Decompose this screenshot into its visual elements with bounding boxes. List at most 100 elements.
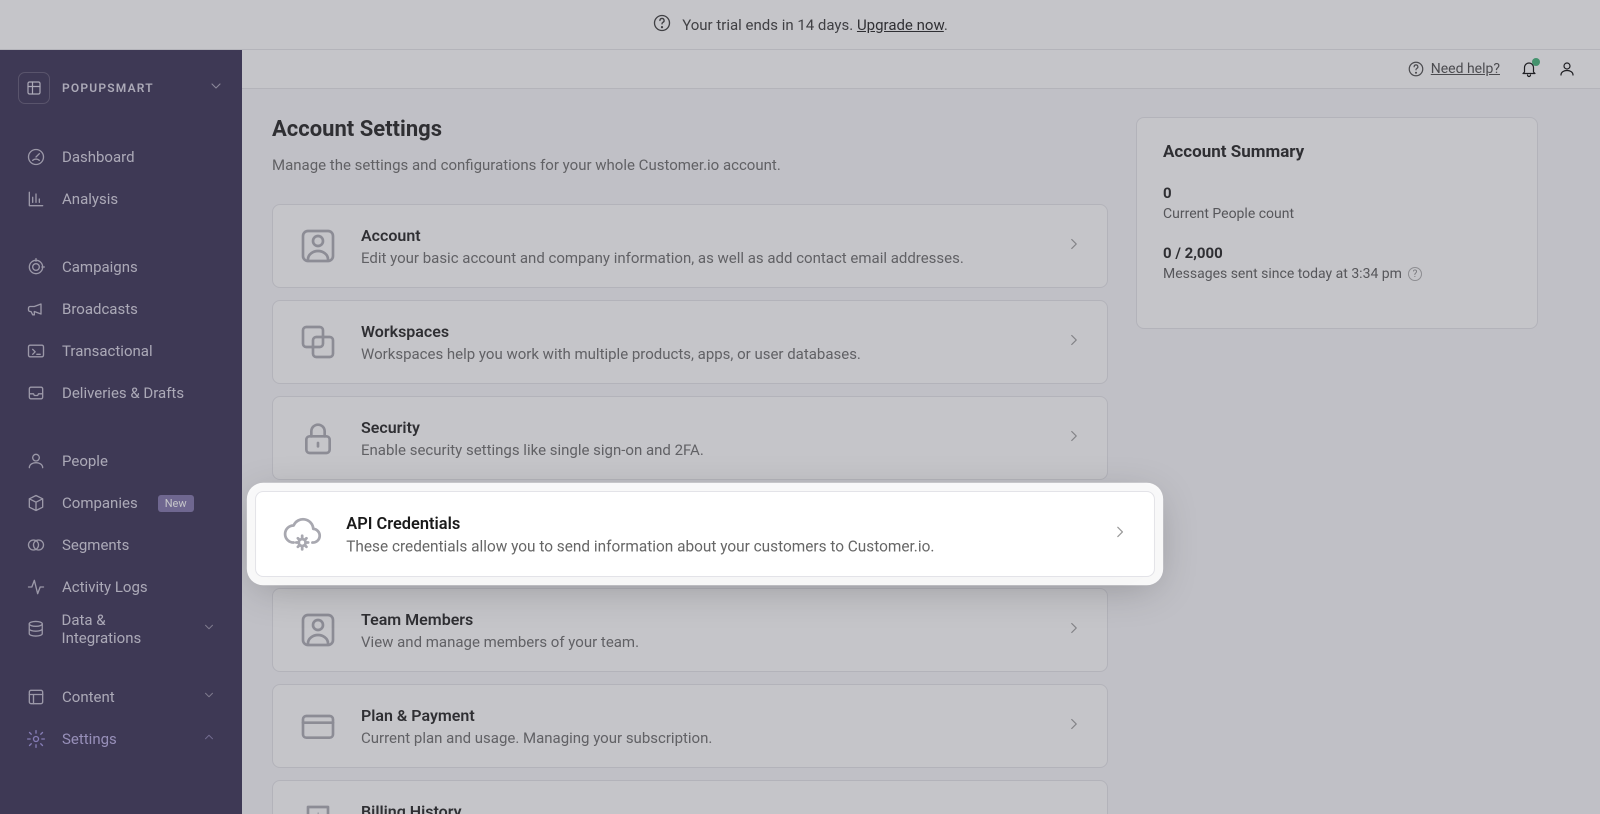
card-title: API Credentials bbox=[346, 513, 1088, 532]
chevron-down-icon bbox=[202, 620, 216, 638]
chevron-right-icon bbox=[1065, 331, 1083, 353]
summary-stat: 0 / 2,000 Messages sent since today at 3… bbox=[1163, 244, 1511, 282]
bell-icon[interactable] bbox=[1520, 60, 1538, 78]
settings-card-api[interactable]: API Credentials These credentials allow … bbox=[255, 491, 1155, 577]
sidebar-item-label: People bbox=[62, 452, 108, 470]
settings-card-security[interactable]: Security Enable security settings like s… bbox=[272, 396, 1108, 480]
user-icon bbox=[26, 451, 46, 471]
gear-icon bbox=[26, 729, 46, 749]
sidebar: POPUPSMART Dashboard Analysis Campaigns bbox=[0, 50, 242, 814]
settings-card-billing[interactable]: Billing History View your billing histor… bbox=[272, 780, 1108, 814]
sidebar-item-label: Activity Logs bbox=[62, 578, 148, 596]
settings-card-workspaces[interactable]: Workspaces Workspaces help you work with… bbox=[272, 300, 1108, 384]
card-description: Edit your basic account and company info… bbox=[361, 249, 1043, 267]
card-description: Workspaces help you work with multiple p… bbox=[361, 345, 1043, 363]
user-icon bbox=[297, 609, 339, 651]
card-description: Current plan and usage. Managing your su… bbox=[361, 729, 1043, 747]
need-help-link[interactable]: Need help? bbox=[1407, 60, 1500, 78]
sidebar-item-label: Deliveries & Drafts bbox=[62, 384, 184, 402]
chevron-down-icon bbox=[208, 78, 224, 98]
main-header: Need help? bbox=[242, 50, 1600, 89]
stat-value: 0 / 2,000 bbox=[1163, 244, 1511, 262]
page-subtitle: Manage the settings and configurations f… bbox=[272, 156, 1108, 174]
layout-icon bbox=[26, 687, 46, 707]
card-description: View and manage members of your team. bbox=[361, 633, 1043, 651]
chart-icon bbox=[26, 189, 46, 209]
sidebar-item-activity[interactable]: Activity Logs bbox=[0, 566, 242, 608]
chevron-down-icon bbox=[202, 688, 216, 706]
sidebar-item-people[interactable]: People bbox=[0, 440, 242, 482]
chevron-right-icon bbox=[1065, 427, 1083, 449]
chevron-right-icon bbox=[1065, 619, 1083, 641]
sidebar-item-deliveries[interactable]: Deliveries & Drafts bbox=[0, 372, 242, 414]
box-icon bbox=[26, 493, 46, 513]
sidebar-item-settings[interactable]: Settings bbox=[0, 718, 242, 760]
sidebar-item-label: Settings bbox=[62, 730, 117, 748]
sidebar-item-segments[interactable]: Segments bbox=[0, 524, 242, 566]
sidebar-item-label: Data & Integrations bbox=[62, 611, 186, 647]
chevron-right-icon bbox=[1065, 235, 1083, 257]
chevron-right-icon bbox=[1065, 715, 1083, 737]
database-icon bbox=[26, 619, 46, 639]
sidebar-item-label: Campaigns bbox=[62, 258, 138, 276]
summary-title: Account Summary bbox=[1163, 142, 1511, 162]
card-title: Team Members bbox=[361, 610, 1043, 629]
sidebar-item-dashboard[interactable]: Dashboard bbox=[0, 136, 242, 178]
card-title: Plan & Payment bbox=[361, 706, 1043, 725]
workspaces-icon bbox=[297, 321, 339, 363]
card-title: Billing History bbox=[361, 802, 1043, 814]
workspace-icon bbox=[18, 72, 50, 104]
circles-icon bbox=[26, 535, 46, 555]
upgrade-link[interactable]: Upgrade now bbox=[857, 16, 944, 34]
sidebar-item-label: Dashboard bbox=[62, 148, 135, 166]
sidebar-item-content[interactable]: Content bbox=[0, 676, 242, 718]
card-description: Enable security settings like single sig… bbox=[361, 441, 1043, 459]
stat-value: 0 bbox=[1163, 184, 1511, 202]
sidebar-item-analysis[interactable]: Analysis bbox=[0, 178, 242, 220]
trial-banner: Your trial ends in 14 days. Upgrade now. bbox=[0, 0, 1600, 50]
workspace-name: POPUPSMART bbox=[62, 81, 196, 95]
inbox-icon bbox=[26, 383, 46, 403]
receipt-icon bbox=[297, 801, 339, 814]
avatar-icon[interactable] bbox=[1558, 60, 1576, 78]
sidebar-item-label: Companies bbox=[62, 494, 138, 512]
page-title: Account Settings bbox=[272, 117, 1108, 142]
user-icon bbox=[297, 225, 339, 267]
sidebar-item-broadcasts[interactable]: Broadcasts bbox=[0, 288, 242, 330]
sidebar-item-label: Content bbox=[62, 688, 115, 706]
chevron-right-icon bbox=[1111, 523, 1129, 546]
nav-section: People Companies New Segments Activity L… bbox=[0, 440, 242, 650]
sidebar-item-campaigns[interactable]: Campaigns bbox=[0, 246, 242, 288]
megaphone-icon bbox=[26, 299, 46, 319]
cloud-gear-icon bbox=[281, 512, 324, 555]
sidebar-item-label: Segments bbox=[62, 536, 129, 554]
card-description: These credentials allow you to send info… bbox=[346, 537, 1088, 555]
nav-section: Campaigns Broadcasts Transactional Deliv… bbox=[0, 246, 242, 414]
terminal-icon bbox=[26, 341, 46, 361]
sidebar-item-label: Broadcasts bbox=[62, 300, 138, 318]
notification-dot bbox=[1532, 58, 1540, 66]
stat-label: Current People count bbox=[1163, 206, 1511, 222]
sidebar-item-transactional[interactable]: Transactional bbox=[0, 330, 242, 372]
summary-stat: 0 Current People count bbox=[1163, 184, 1511, 222]
help-circle-icon bbox=[652, 13, 672, 37]
main: Need help? Account Settings Manage the s… bbox=[242, 50, 1600, 814]
sidebar-item-companies[interactable]: Companies New bbox=[0, 482, 242, 524]
target-icon bbox=[26, 257, 46, 277]
new-badge: New bbox=[158, 495, 194, 512]
help-circle-icon bbox=[1407, 60, 1425, 78]
card-title: Account bbox=[361, 226, 1043, 245]
info-icon[interactable]: ? bbox=[1408, 267, 1422, 281]
stat-label: Messages sent since today at 3:34 pm ? bbox=[1163, 266, 1511, 282]
workspace-switcher[interactable]: POPUPSMART bbox=[0, 60, 242, 116]
sidebar-item-label: Analysis bbox=[62, 190, 118, 208]
settings-card-team[interactable]: Team Members View and manage members of … bbox=[272, 588, 1108, 672]
sidebar-item-label: Transactional bbox=[62, 342, 153, 360]
account-summary-card: Account Summary 0 Current People count 0… bbox=[1136, 117, 1538, 329]
card-title: Workspaces bbox=[361, 322, 1043, 341]
sidebar-item-data[interactable]: Data & Integrations bbox=[0, 608, 242, 650]
settings-card-account[interactable]: Account Edit your basic account and comp… bbox=[272, 204, 1108, 288]
trial-text: Your trial ends in 14 days. Upgrade now. bbox=[682, 16, 948, 34]
card-title: Security bbox=[361, 418, 1043, 437]
settings-card-plan[interactable]: Plan & Payment Current plan and usage. M… bbox=[272, 684, 1108, 768]
